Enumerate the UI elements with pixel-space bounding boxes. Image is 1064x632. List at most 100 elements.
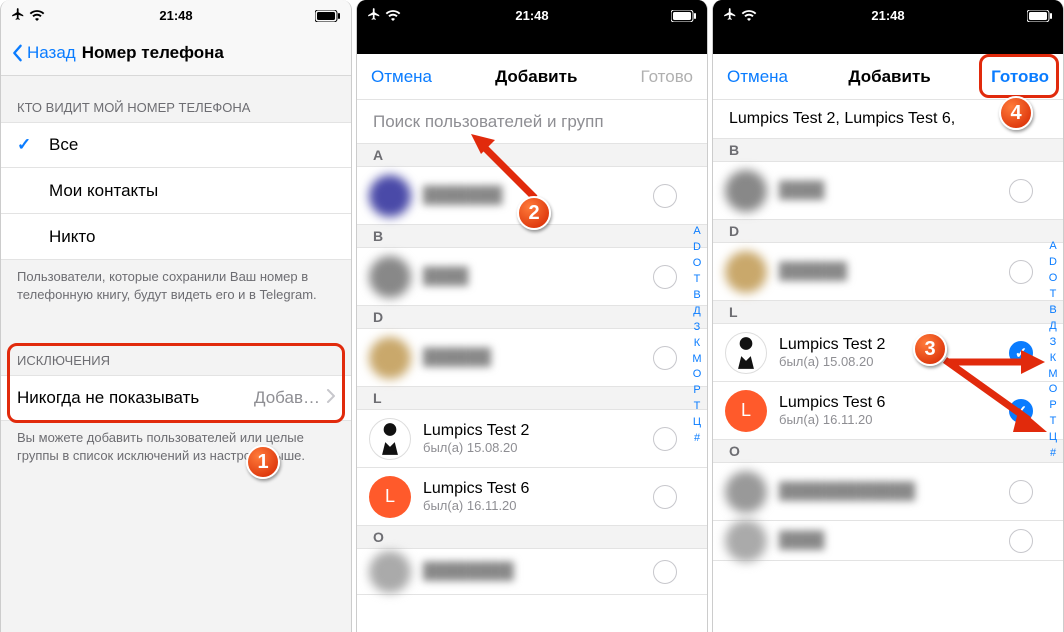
search-input[interactable]: Поиск пользователей и групп	[357, 100, 707, 144]
cancel-button[interactable]: Отмена	[727, 67, 788, 87]
callout-4: 4	[999, 96, 1033, 130]
sheet-header: Отмена Добавить Готово	[713, 54, 1063, 100]
contact-subtitle: был(а) 16.11.20	[423, 498, 645, 513]
section-index-O: O	[713, 440, 1063, 463]
contact-name: Lumpics Test 6	[423, 480, 645, 498]
search-placeholder: Поиск пользователей и групп	[373, 112, 604, 132]
contact-subtitle: был(а) 15.08.20	[779, 354, 1001, 369]
navbar: Назад Номер телефона	[1, 30, 351, 76]
contact-name: Lumpics Test 2	[423, 422, 645, 440]
contact-row[interactable]: L Lumpics Test 6 был(а) 16.11.20	[713, 382, 1063, 440]
section-index-O: O	[357, 526, 707, 549]
avatar	[369, 551, 411, 593]
contact-name: ██████	[423, 349, 645, 367]
option-label: Мои контакты	[49, 181, 158, 201]
option-everybody[interactable]: ✓ Все	[1, 122, 351, 168]
option-contacts[interactable]: ✓ Мои контакты	[1, 168, 351, 214]
sheet-header: Отмена Добавить Готово	[357, 54, 707, 100]
section-index-A: A	[357, 144, 707, 167]
avatar: L	[369, 476, 411, 518]
contact-name: ████	[779, 182, 1001, 200]
select-radio[interactable]	[653, 427, 677, 451]
back-label: Назад	[27, 43, 76, 63]
section-index-D: D	[357, 306, 707, 329]
contact-subtitle: был(а) 15.08.20	[423, 440, 645, 455]
back-button[interactable]: Назад	[11, 43, 76, 63]
contact-name: ████	[779, 532, 1001, 550]
page-title: Номер телефона	[82, 43, 224, 63]
avatar	[369, 418, 411, 460]
callout-1: 1	[246, 445, 280, 479]
callout-3: 3	[913, 332, 947, 366]
avatar: L	[725, 390, 767, 432]
chevron-left-icon	[11, 44, 23, 62]
section-header-visibility: КТО ВИДИТ МОЙ НОМЕР ТЕЛЕФОНА	[1, 76, 351, 122]
select-radio[interactable]	[653, 184, 677, 208]
contact-row[interactable]: ██████	[357, 329, 707, 387]
avatar	[725, 520, 767, 562]
select-radio[interactable]	[1009, 179, 1033, 203]
contact-row[interactable]: ████	[713, 521, 1063, 561]
select-radio-checked[interactable]	[1009, 341, 1033, 365]
never-share-cell[interactable]: Никогда не показывать Добав…	[1, 375, 351, 421]
contact-row[interactable]: ████████████	[713, 463, 1063, 521]
status-time: 21:48	[1, 8, 351, 23]
status-bar: 21:48	[357, 0, 707, 30]
check-icon: ✓	[17, 135, 35, 155]
status-time: 21:48	[713, 8, 1063, 23]
contact-name: ██████	[779, 263, 1001, 281]
contact-row[interactable]: ████	[357, 248, 707, 306]
contact-row[interactable]: ██████	[713, 243, 1063, 301]
status-bar: 21:48	[713, 0, 1063, 30]
avatar	[369, 256, 411, 298]
contact-subtitle: был(а) 16.11.20	[779, 412, 1001, 427]
select-radio[interactable]	[1009, 480, 1033, 504]
option-label: Все	[49, 135, 78, 155]
contact-name: Lumpics Test 2	[779, 336, 1001, 354]
avatar	[369, 175, 411, 217]
cancel-button[interactable]: Отмена	[371, 67, 432, 87]
screen-add-contacts: 21:48 Отмена Добавить Готово Поиск польз…	[356, 0, 708, 632]
contact-row[interactable]: ████████	[357, 549, 707, 595]
option-nobody[interactable]: ✓ Никто	[1, 214, 351, 260]
section-header-exceptions: ИСКЛЮЧЕНИЯ	[1, 339, 351, 375]
screen-add-contacts-selected: 21:48 Отмена Добавить Готово Lumpics Tes…	[712, 0, 1064, 632]
sheet-title: Добавить	[848, 67, 930, 87]
alphabet-index[interactable]: ADOTВДЗКМОРТЦ#	[689, 224, 705, 447]
select-radio[interactable]	[1009, 529, 1033, 553]
section-index-D: D	[713, 220, 1063, 243]
status-bar: 21:48	[1, 0, 351, 30]
avatar	[725, 170, 767, 212]
contact-row[interactable]: ████	[713, 162, 1063, 220]
select-radio[interactable]	[653, 265, 677, 289]
avatar	[725, 471, 767, 513]
callout-2: 2	[517, 196, 551, 230]
sheet-title: Добавить	[495, 67, 577, 87]
contact-row[interactable]: Lumpics Test 2 был(а) 15.08.20	[357, 410, 707, 468]
exceptions-note: Вы можете добавить пользователей или цел…	[1, 421, 351, 472]
contact-row[interactable]: Lumpics Test 2 был(а) 15.08.20	[713, 324, 1063, 382]
section-index-B: B	[713, 139, 1063, 162]
status-time: 21:48	[357, 8, 707, 23]
avatar	[369, 337, 411, 379]
section-index-L: L	[357, 387, 707, 410]
select-radio[interactable]	[653, 485, 677, 509]
add-label: Добав…	[254, 388, 320, 408]
alphabet-index[interactable]: ADOTВДЗКМОРТЦ#	[1045, 239, 1061, 462]
select-radio[interactable]	[653, 346, 677, 370]
select-radio[interactable]	[653, 560, 677, 584]
select-radio-checked[interactable]	[1009, 399, 1033, 423]
contact-name: ████	[423, 268, 645, 286]
section-index-L: L	[713, 301, 1063, 324]
option-label: Никто	[49, 227, 95, 247]
screen-settings: 21:48 Назад Номер телефона КТО ВИДИТ МОЙ…	[0, 0, 352, 632]
contact-row[interactable]: L Lumpics Test 6 был(а) 16.11.20	[357, 468, 707, 526]
chevron-right-icon	[326, 388, 335, 408]
contact-name: Lumpics Test 6	[779, 394, 1001, 412]
done-button[interactable]: Готово	[991, 67, 1049, 87]
select-radio[interactable]	[1009, 260, 1033, 284]
avatar	[725, 332, 767, 374]
avatar	[725, 251, 767, 293]
contact-name: ████████	[423, 563, 645, 581]
done-button-disabled: Готово	[641, 67, 694, 87]
